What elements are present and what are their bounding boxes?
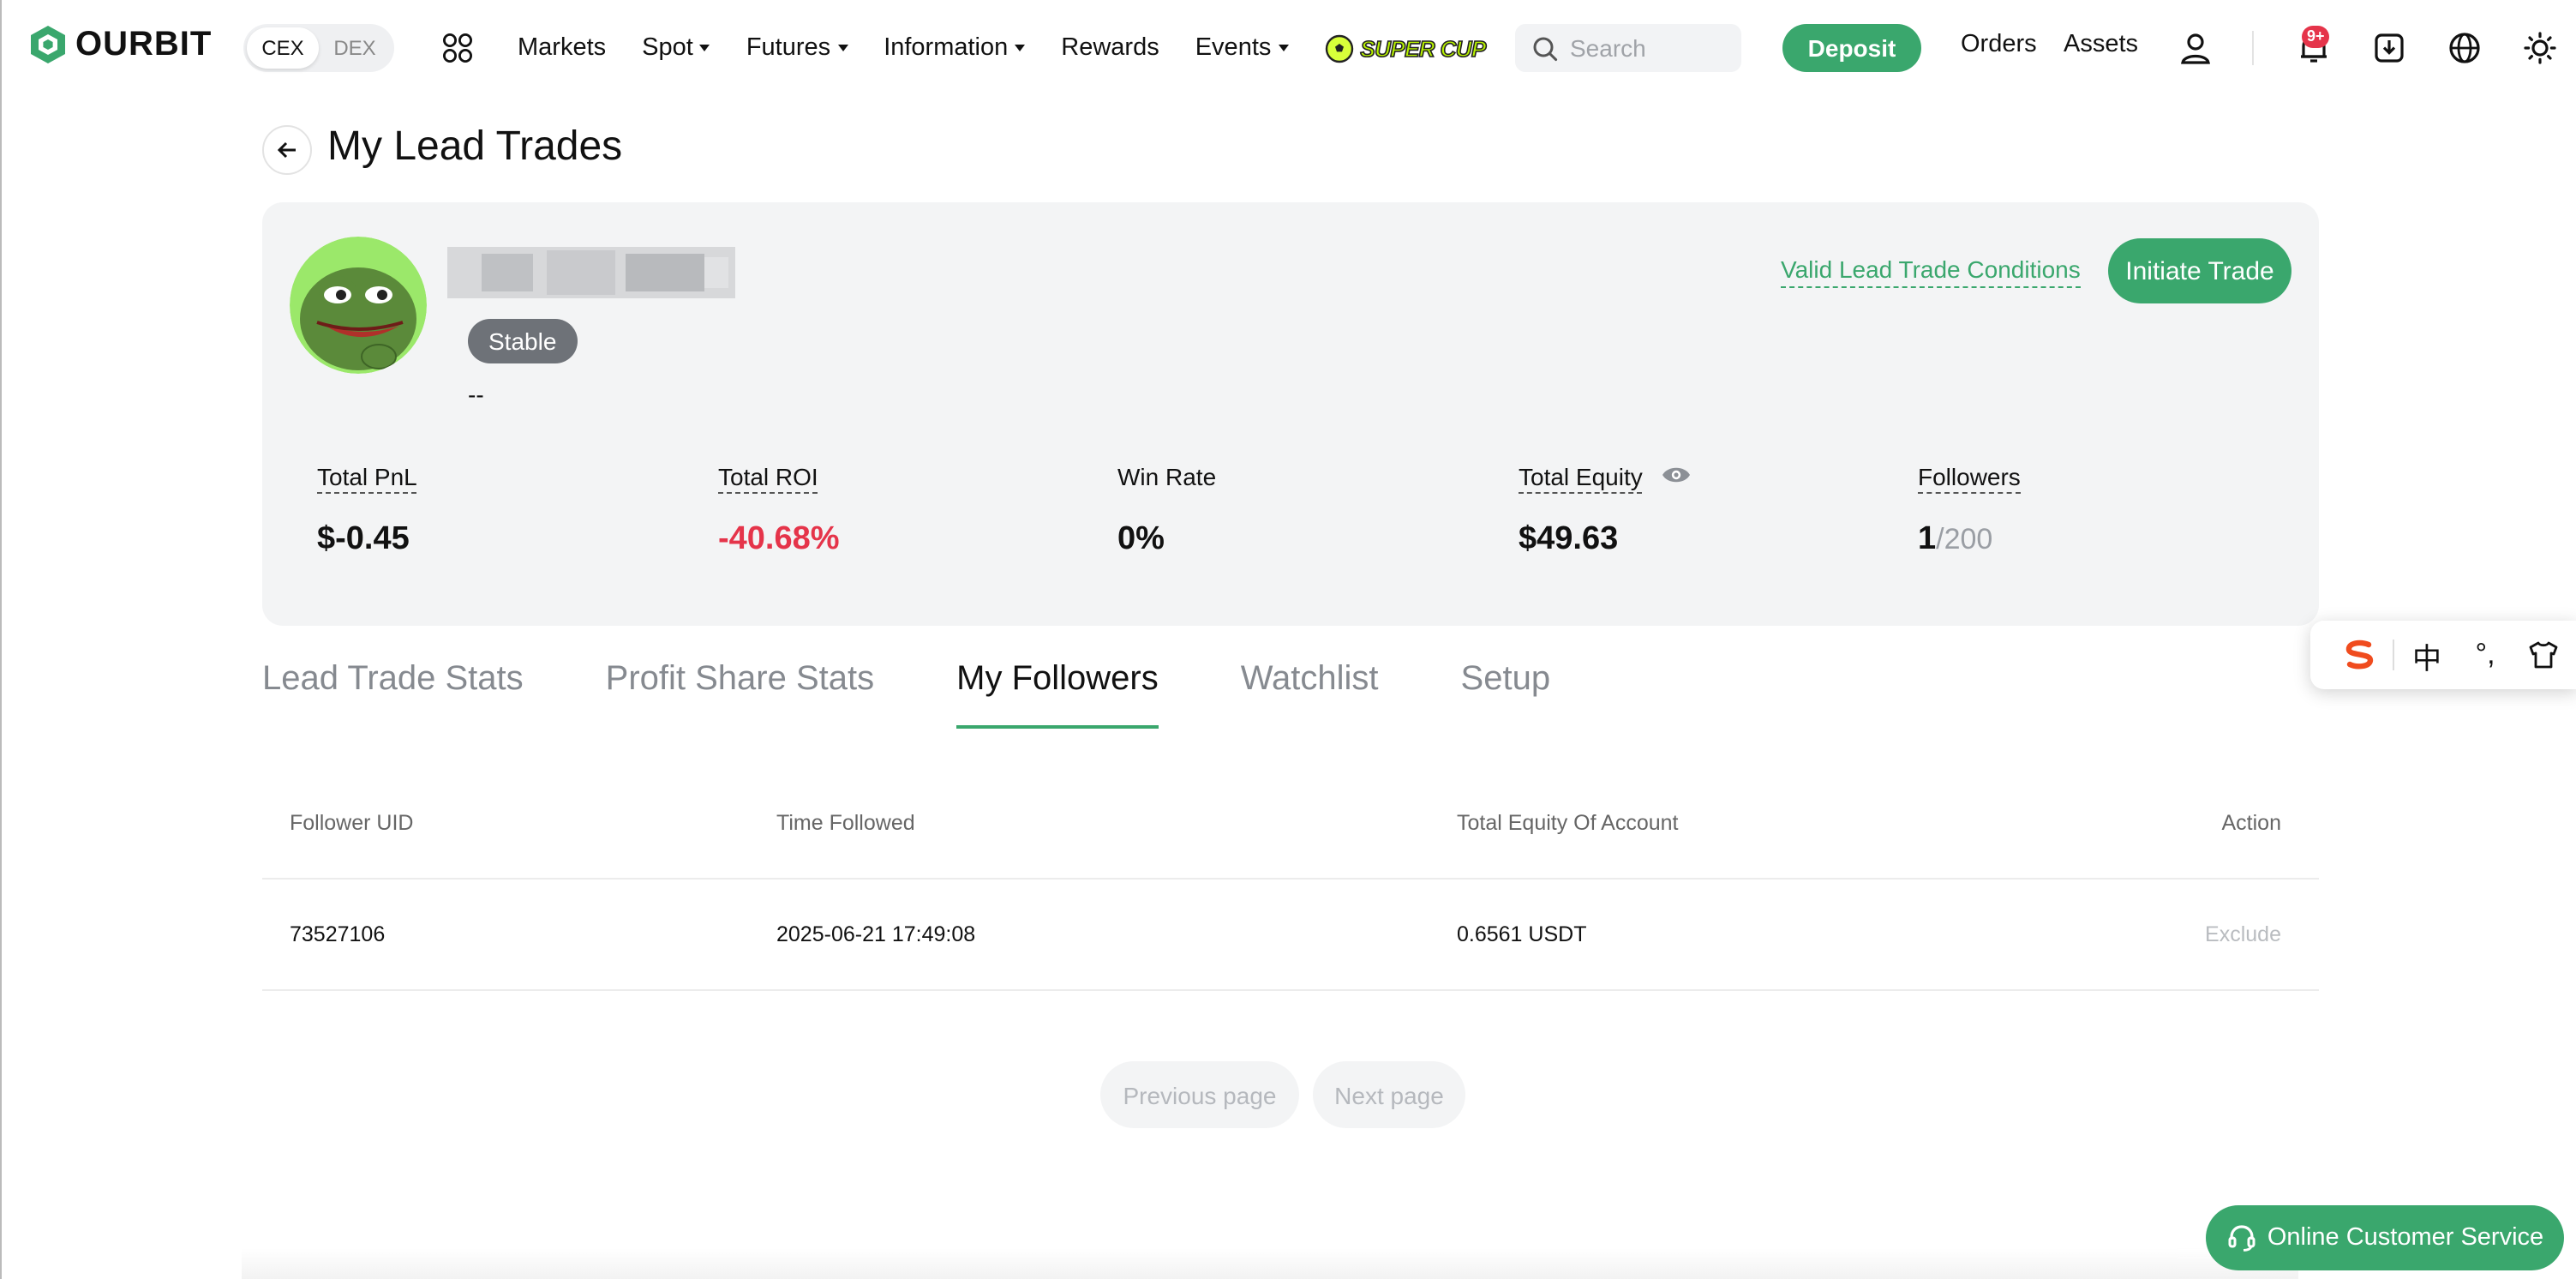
- super-cup-label: SUPER CUP: [1360, 34, 1488, 62]
- menu-spot-label: Spot: [642, 34, 693, 62]
- stat-followers: Followers 1/200: [1918, 463, 2021, 559]
- menu-markets[interactable]: Markets: [518, 34, 606, 62]
- notification-badge: 9+: [2302, 26, 2330, 48]
- profile-description: --: [468, 381, 484, 408]
- top-nav: OURBIT CEX DEX Markets Spot Futures Info…: [2, 0, 2576, 96]
- ourbit-logo[interactable]: OURBIT: [29, 24, 212, 65]
- globe-icon[interactable]: [2447, 31, 2482, 65]
- valid-conditions-link[interactable]: Valid Lead Trade Conditions: [1781, 255, 2081, 288]
- logo-text: OURBIT: [75, 25, 213, 63]
- bottom-shadow: [242, 1248, 2298, 1279]
- customer-service-button[interactable]: Online Customer Service: [2206, 1205, 2564, 1270]
- tab-watchlist[interactable]: Watchlist: [1241, 660, 1379, 729]
- ime-punctuation[interactable]: °,: [2456, 638, 2514, 672]
- orders-link[interactable]: Orders: [1961, 31, 2037, 58]
- status-tag: Stable: [468, 319, 578, 363]
- stat-label[interactable]: Total Equity: [1519, 463, 1643, 494]
- menu-markets-label: Markets: [518, 34, 607, 62]
- menu-events[interactable]: Events: [1195, 34, 1289, 62]
- shirt-icon[interactable]: [2514, 641, 2573, 669]
- soccer-ball-icon: [1325, 33, 1353, 63]
- column-header: Action: [2221, 811, 2282, 835]
- main-menu: Markets Spot Futures Information Rewards…: [518, 0, 1488, 96]
- username-blurred: [447, 247, 735, 298]
- exclude-button[interactable]: Exclude: [2205, 922, 2281, 946]
- user-icon[interactable]: [2178, 31, 2213, 65]
- stat-value: 1/200: [1918, 521, 2021, 559]
- initiate-trade-button[interactable]: Initiate Trade: [2108, 238, 2291, 303]
- menu-spot[interactable]: Spot: [642, 34, 710, 62]
- stat-total-equity: Total Equity $49.63: [1519, 463, 1692, 559]
- back-button[interactable]: [262, 125, 312, 175]
- ime-chinese-mode[interactable]: 中: [2398, 633, 2456, 676]
- deposit-button[interactable]: Deposit: [1782, 24, 1921, 72]
- stat-total-pnl: Total PnL $-0.45: [317, 463, 417, 559]
- customer-service-label: Online Customer Service: [2267, 1224, 2544, 1252]
- search-input[interactable]: [1570, 34, 1724, 62]
- followers-table: Follower UID Time Followed Total Equity …: [262, 768, 2319, 991]
- column-header: Total Equity Of Account: [1457, 811, 1679, 835]
- caret-down-icon: [1015, 45, 1026, 51]
- ourbit-logo-icon: [31, 26, 65, 63]
- stat-value: $49.63: [1519, 521, 1619, 557]
- stat-value: $-0.45: [317, 521, 410, 557]
- previous-page-button[interactable]: Previous page: [1100, 1061, 1299, 1128]
- menu-information[interactable]: Information: [884, 34, 1026, 62]
- column-header: Follower UID: [290, 811, 414, 835]
- stat-total-roi: Total ROI -40.68%: [718, 463, 840, 559]
- stat-label[interactable]: Followers: [1918, 463, 2021, 494]
- cex-dex-toggle[interactable]: CEX DEX: [243, 24, 394, 72]
- table-row: 73527106 2025-06-21 17:49:08 0.6561 USDT…: [262, 880, 2319, 991]
- menu-rewards[interactable]: Rewards: [1061, 34, 1159, 62]
- nav-divider: [2252, 31, 2254, 65]
- stat-label: Win Rate: [1117, 463, 1217, 490]
- page-root: OURBIT CEX DEX Markets Spot Futures Info…: [0, 0, 2576, 1279]
- menu-information-label: Information: [884, 34, 1009, 62]
- tab-setup[interactable]: Setup: [1461, 660, 1551, 729]
- follower-uid: 73527106: [290, 922, 386, 946]
- followers-max: /200: [1936, 523, 1993, 555]
- next-page-button[interactable]: Next page: [1313, 1061, 1465, 1128]
- arrow-left-icon: [277, 141, 296, 159]
- time-followed: 2025-06-21 17:49:08: [776, 922, 976, 946]
- caret-down-icon: [699, 45, 710, 51]
- stat-value: 0%: [1117, 521, 1165, 557]
- profile-card: Stable -- Valid Lead Trade Conditions In…: [262, 202, 2319, 626]
- stat-value: -40.68%: [718, 521, 840, 557]
- account-equity: 0.6561 USDT: [1457, 922, 1587, 946]
- sun-icon[interactable]: [2523, 31, 2557, 65]
- segment-dex[interactable]: DEX: [319, 27, 391, 69]
- followers-count: 1: [1918, 521, 1937, 557]
- column-header: Time Followed: [776, 811, 915, 835]
- stat-label[interactable]: Total PnL: [317, 463, 417, 494]
- menu-futures[interactable]: Futures: [746, 34, 848, 62]
- caret-down-icon: [1278, 45, 1289, 51]
- tab-my-followers[interactable]: My Followers: [956, 660, 1159, 729]
- sogou-logo-icon[interactable]: [2331, 640, 2389, 670]
- assets-link[interactable]: Assets: [2064, 31, 2138, 58]
- tab-bar: Lead Trade Stats Profit Share Stats My F…: [262, 660, 1632, 729]
- page-title: My Lead Trades: [327, 123, 623, 170]
- ime-divider: [2393, 640, 2394, 670]
- search-icon: [1533, 36, 1558, 61]
- menu-futures-label: Futures: [746, 34, 831, 62]
- tab-profit-share-stats[interactable]: Profit Share Stats: [606, 660, 875, 729]
- stat-label[interactable]: Total ROI: [718, 463, 818, 494]
- menu-rewards-label: Rewards: [1061, 34, 1159, 62]
- search-box[interactable]: [1515, 24, 1741, 72]
- segment-cex[interactable]: CEX: [247, 27, 319, 69]
- table-header: Follower UID Time Followed Total Equity …: [262, 768, 2319, 880]
- avatar: [290, 237, 427, 374]
- ime-toolbar: 中 °,: [2310, 621, 2576, 689]
- stat-win-rate: Win Rate 0%: [1117, 463, 1216, 559]
- caret-down-icon: [837, 45, 848, 51]
- eye-icon[interactable]: [1661, 465, 1692, 485]
- download-icon[interactable]: [2372, 31, 2406, 65]
- tab-lead-trade-stats[interactable]: Lead Trade Stats: [262, 660, 524, 729]
- headset-icon: [2228, 1225, 2255, 1252]
- super-cup-promo[interactable]: SUPER CUP: [1324, 33, 1488, 63]
- apps-icon[interactable]: [442, 33, 473, 63]
- menu-events-label: Events: [1195, 34, 1272, 62]
